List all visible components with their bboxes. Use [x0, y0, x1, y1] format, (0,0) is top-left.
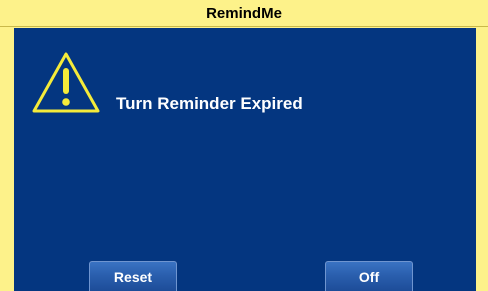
warning-triangle-icon — [32, 52, 100, 113]
reset-button-label: Reset — [113, 268, 153, 285]
alert-message: Turn Reminder Expired — [116, 94, 303, 113]
off-button-label: Off — [358, 268, 380, 285]
alert-panel: Turn Reminder Expired Reset Off — [14, 28, 476, 291]
reset-button[interactable]: Reset — [89, 261, 177, 291]
reminder-dialog: RemindMe Turn Reminder Expired Reset Off — [0, 0, 488, 291]
off-button[interactable]: Off — [325, 261, 413, 291]
window-title: RemindMe — [0, 0, 488, 27]
